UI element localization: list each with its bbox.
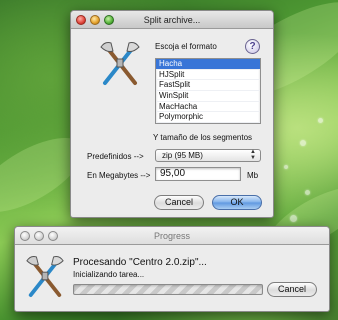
format-item-machacha[interactable]: MacHacha — [156, 102, 260, 113]
preset-value: zip (95 MB) — [162, 151, 203, 160]
zoom-button[interactable] — [104, 15, 114, 25]
progress-window: Progress Procesando "Centro 2.0.zip"... … — [14, 226, 330, 312]
format-item-hjsplit[interactable]: HJSplit — [156, 70, 260, 81]
status-text: Inicializando tarea... — [73, 270, 145, 279]
window-title: Progress — [153, 231, 190, 241]
format-list[interactable]: Hacha HJSplit FastSplit WinSplit MacHach… — [155, 58, 261, 124]
preset-popup[interactable]: zip (95 MB) ▲ ▼ — [155, 149, 261, 162]
water-drop — [318, 118, 323, 123]
minimize-button[interactable] — [90, 15, 100, 25]
axe-and-tools-icon — [26, 256, 64, 297]
split-archive-titlebar[interactable]: Split archive... — [71, 11, 273, 29]
axe-and-tools-icon — [100, 42, 140, 85]
window-title: Split archive... — [143, 15, 201, 25]
ok-button[interactable]: OK — [212, 195, 262, 210]
popup-arrows-icon: ▲ ▼ — [250, 149, 256, 161]
water-drop — [300, 140, 306, 146]
water-drop — [290, 215, 297, 222]
format-item-fastsplit[interactable]: FastSplit — [156, 80, 260, 92]
unit-label: Mb — [247, 171, 259, 180]
close-button[interactable] — [76, 15, 86, 25]
megabytes-input[interactable]: 95,00 — [155, 167, 241, 181]
progress-cancel-button[interactable]: Cancel — [267, 282, 317, 297]
format-item-hacha[interactable]: Hacha — [156, 59, 260, 70]
close-button[interactable] — [20, 231, 30, 241]
cancel-button[interactable]: Cancel — [154, 195, 204, 210]
progress-titlebar[interactable]: Progress — [15, 227, 329, 245]
processing-text: Procesando "Centro 2.0.zip"... — [73, 257, 207, 268]
format-item-winsplit[interactable]: WinSplit — [156, 91, 260, 102]
zoom-button[interactable] — [48, 231, 58, 241]
format-label: Escoja el formato — [155, 42, 217, 51]
minimize-button[interactable] — [34, 231, 44, 241]
water-drop — [305, 190, 310, 195]
format-item-polymorphic[interactable]: Polymorphic — [156, 112, 260, 124]
water-drop — [284, 165, 288, 169]
help-button[interactable]: ? — [245, 39, 260, 54]
segment-size-label: Y tamaño de los segmentos — [153, 133, 253, 142]
presets-label: Predefinidos --> — [87, 152, 144, 161]
window-controls — [76, 15, 114, 25]
split-archive-window: Split archive... Escoja el formato ? Hac… — [70, 10, 274, 218]
megabytes-label: En Megabytes --> — [87, 171, 151, 180]
window-controls — [20, 231, 58, 241]
progress-bar — [73, 284, 263, 295]
